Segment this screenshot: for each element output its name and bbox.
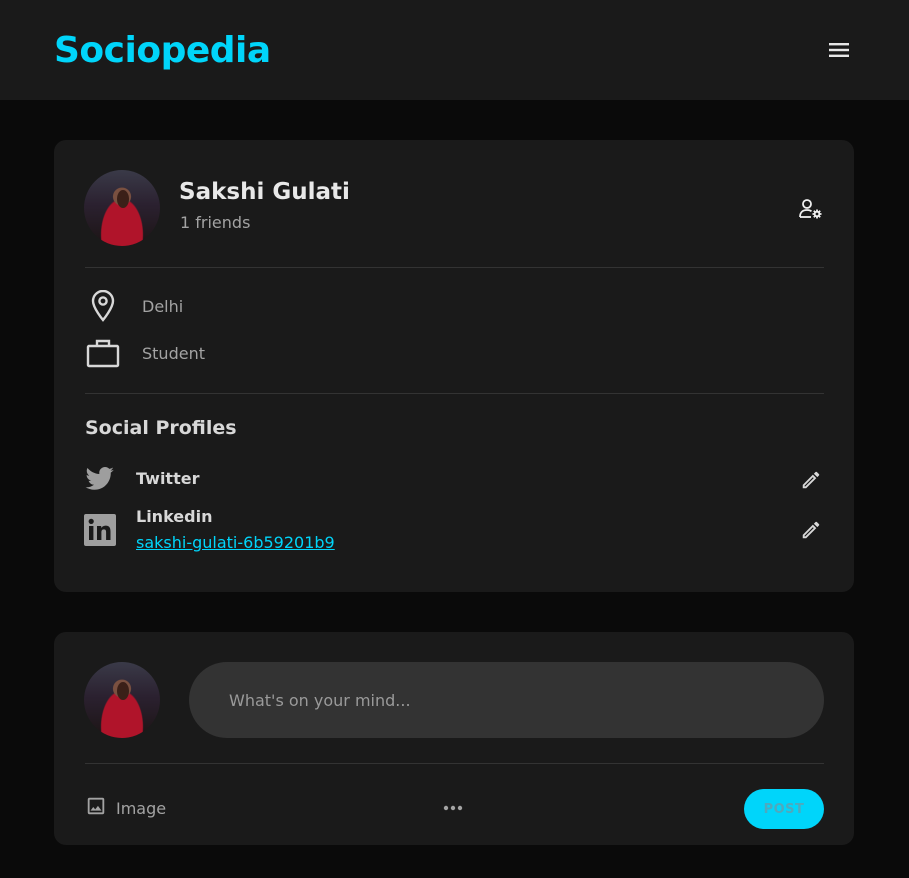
linkedin-profile-link[interactable]: sakshi-gulati-6b59201b9 (136, 533, 335, 552)
image-button[interactable]: Image (85, 795, 166, 821)
twitter-icon (84, 464, 116, 498)
social-item-twitter: Twitter (84, 464, 824, 496)
location-text: Delhi (142, 296, 184, 316)
location-pin-icon (85, 290, 121, 322)
profile-widget: Sakshi Gulati 1 friends Delhi Student So… (54, 140, 854, 592)
image-label: Image (116, 798, 167, 818)
profile-name[interactable]: Sakshi Gulati (179, 179, 350, 205)
person-gear-icon[interactable] (798, 196, 824, 222)
social-item-linkedin: Linkedin sakshi-gulati-6b59201b9 (84, 504, 824, 556)
social-name: Twitter (136, 469, 200, 488)
divider (85, 763, 824, 764)
friends-count: 1 friends (180, 213, 251, 232)
briefcase-icon (85, 337, 121, 369)
divider (85, 393, 824, 394)
divider (85, 267, 824, 268)
edit-icon[interactable] (798, 467, 824, 493)
edit-icon[interactable] (798, 517, 824, 543)
profile-avatar[interactable] (84, 170, 160, 246)
create-post-widget: Image POST (54, 632, 854, 845)
image-icon (85, 795, 107, 821)
post-button[interactable]: POST (744, 789, 824, 829)
social-name: Linkedin (136, 507, 213, 526)
user-avatar[interactable] (84, 662, 160, 738)
location-row: Delhi (85, 290, 183, 322)
post-input[interactable] (189, 662, 824, 738)
app-logo[interactable]: Sociopedia (54, 30, 271, 71)
more-horizontal-icon[interactable] (440, 798, 466, 818)
occupation-row: Student (85, 337, 205, 369)
linkedin-icon (84, 514, 116, 550)
hamburger-menu-icon[interactable] (823, 34, 855, 66)
social-profiles-title: Social Profiles (85, 417, 237, 439)
navbar: Sociopedia (0, 0, 909, 100)
occupation-text: Student (142, 343, 205, 363)
